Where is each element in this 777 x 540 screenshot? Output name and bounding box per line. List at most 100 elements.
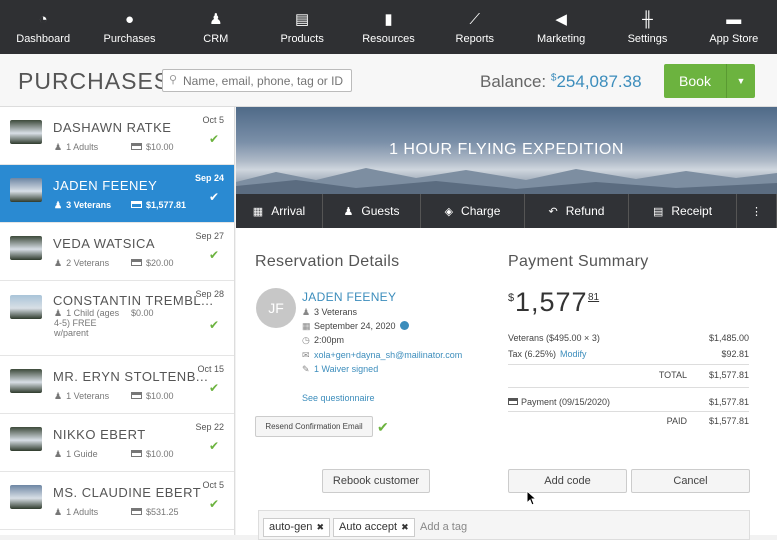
- credit-card-icon: [508, 398, 518, 405]
- action-bar: ▦ Arrival ♟ Guests ◈ Charge ↶ Refund ▤ Receipt ⋮: [236, 194, 777, 228]
- calendar-icon: ▦: [252, 205, 264, 218]
- mouse-cursor-icon: [526, 490, 538, 506]
- purchase-list-item[interactable]: VEDA WATSICA Sep 27 ✔ ♟ 2 Veterans $20.00: [0, 223, 234, 281]
- purchase-guests-text: 1 Veterans: [66, 391, 110, 401]
- mountain-image: [236, 168, 777, 194]
- nav-item-dashboard[interactable]: ◔ Dashboard: [0, 0, 86, 54]
- cancel-button[interactable]: Cancel: [631, 469, 750, 493]
- action-label: Receipt: [671, 204, 713, 218]
- purchase-list-item[interactable]: DASHAWN RATKE Oct 5 ✔ ♟ 1 Adults $10.00: [0, 107, 234, 165]
- user-icon: ♟: [54, 142, 63, 152]
- guests-icon: ♟: [343, 205, 354, 218]
- customer-name-link[interactable]: JADEN FEENEY: [302, 290, 396, 304]
- resend-confirmation-button[interactable]: Resend Confirmation Email: [255, 416, 373, 437]
- nav-item-resources[interactable]: ▮ Resources: [345, 0, 431, 54]
- purchase-guests: ♟ 1 Adults: [54, 507, 98, 518]
- purchase-list-item[interactable]: JADEN FEENEY Sep 24 ✔ ♟ 3 Veterans $1,577.81: [0, 165, 234, 223]
- waiver-text[interactable]: 1 Waiver signed: [314, 364, 378, 374]
- nav-item-settings[interactable]: ╫ Settings: [604, 0, 690, 54]
- nav-item-label: Purchases: [103, 32, 156, 45]
- receipt-button[interactable]: ▤ Receipt: [629, 194, 737, 228]
- tag-chip[interactable]: Auto accept ✖: [333, 518, 415, 537]
- dashboard-icon: ◔: [38, 10, 48, 28]
- guests-button[interactable]: ♟ Guests: [323, 194, 421, 228]
- search-box[interactable]: ⚲: [162, 69, 352, 92]
- purchase-guests-text: 2 Veterans: [66, 258, 110, 268]
- total-cents: 81: [588, 292, 600, 303]
- book-button-label[interactable]: Book: [664, 73, 726, 89]
- close-icon[interactable]: ✖: [316, 522, 324, 532]
- customer-email[interactable]: ✉ xola+gen+dayna_sh@mailinator.com: [302, 350, 462, 361]
- purchase-guests: ♟ 1 Child (ages 4-5) FREE w/parent: [54, 308, 128, 338]
- purchase-price: $10.00: [131, 391, 174, 401]
- purchase-price: $1,577.81: [131, 200, 186, 210]
- nav-item-products[interactable]: ▤ Products: [259, 0, 345, 54]
- payment-label: Payment (09/15/2020): [521, 397, 611, 407]
- action-label: Charge: [461, 204, 501, 218]
- user-icon: ♟: [54, 200, 63, 210]
- user-icon: ♟: [54, 449, 63, 459]
- experience-thumbnail: [10, 178, 42, 202]
- purchase-list-item[interactable]: MR. ERYN STOLTENB... Oct 15 ✔ ♟ 1 Veterans $1…: [0, 356, 234, 414]
- line-item-row: Veterans ($495.00 × 3) $1,485.00: [508, 333, 749, 347]
- purchase-list-item[interactable]: MS. CLAUDINE EBERT Oct 5 ✔ ♟ 1 Adults $531.25: [0, 472, 234, 530]
- pencil-icon: ✎: [302, 364, 310, 374]
- nav-item-marketing[interactable]: ◀ Marketing: [518, 0, 604, 54]
- more-options-button[interactable]: ⋮: [737, 194, 777, 228]
- charge-button[interactable]: ◈ Charge: [421, 194, 525, 228]
- user-icon: ♟: [54, 391, 63, 401]
- nav-item-label: Resources: [362, 32, 415, 45]
- arrival-button[interactable]: ▦ Arrival: [236, 194, 323, 228]
- add-tag-input[interactable]: Add a tag: [420, 521, 467, 533]
- verified-icon: [399, 321, 409, 330]
- purchase-date: Sep 24: [194, 173, 224, 183]
- balance-value: 254,087.38: [556, 72, 642, 91]
- avatar: JF: [256, 288, 296, 328]
- check-icon: ✔: [208, 381, 219, 395]
- paid-row: PAID $1,577.81: [508, 416, 749, 430]
- total-amount: $1,577.81: [708, 370, 749, 380]
- close-icon[interactable]: ✖: [401, 522, 409, 532]
- credit-card-icon: [131, 450, 142, 457]
- tax-amount: $92.81: [721, 349, 749, 359]
- rebook-customer-button[interactable]: Rebook customer: [322, 469, 430, 493]
- book-button[interactable]: Book ▼: [664, 64, 755, 98]
- nav-item-app-store[interactable]: ▬ App Store: [691, 0, 777, 54]
- tag-bar[interactable]: auto-gen ✖ Auto accept ✖ Add a tag: [258, 510, 750, 540]
- user-icon: ♟: [54, 258, 63, 268]
- customer-email-text[interactable]: xola+gen+dayna_sh@mailinator.com: [314, 350, 462, 360]
- search-input[interactable]: [183, 72, 348, 89]
- purchase-customer-name: MS. CLAUDINE EBERT: [53, 485, 202, 500]
- store-icon: ▬: [726, 10, 742, 28]
- chevron-down-icon[interactable]: ▼: [726, 64, 755, 98]
- check-icon: ✔: [208, 248, 219, 262]
- purchase-date: Oct 15: [197, 364, 224, 374]
- refund-button[interactable]: ↶ Refund: [525, 194, 629, 228]
- nav-item-label: Marketing: [536, 32, 586, 45]
- purchase-guests: ♟ 1 Guide: [54, 449, 98, 460]
- nav-item-reports[interactable]: ⟋ Reports: [432, 0, 518, 54]
- purchase-guests-text: 3 Veterans: [66, 200, 112, 210]
- purchase-price-text: $10.00: [146, 449, 174, 459]
- tag-chip[interactable]: auto-gen ✖: [263, 518, 330, 537]
- purchase-price: $0.00: [131, 308, 154, 318]
- modify-tax-link[interactable]: Modify: [560, 349, 587, 359]
- reservation-details-title: Reservation Details: [255, 253, 400, 270]
- see-questionnaire-link[interactable]: See questionnaire: [302, 393, 375, 403]
- purchase-price-text: $1,577.81: [146, 200, 187, 210]
- purchase-list-item[interactable]: NIKKO EBERT Sep 22 ✔ ♟ 1 Guide $10.00: [0, 414, 234, 472]
- nav-item-purchases[interactable]: ● Purchases: [86, 0, 172, 54]
- nav-item-crm[interactable]: ♟ CRM: [173, 0, 259, 54]
- purchase-customer-name: CONSTANTIN TREMBL...: [53, 293, 214, 308]
- user-icon: ♟: [302, 307, 311, 317]
- experience-banner: 1 HOUR FLYING EXPEDITION: [236, 107, 777, 194]
- nav-item-label: CRM: [203, 32, 229, 45]
- more-icon: ⋮: [751, 205, 762, 218]
- waiver-link[interactable]: ✎ 1 Waiver signed: [302, 364, 378, 375]
- purchase-guests: ♟ 1 Adults: [54, 142, 98, 153]
- nav-item-label: Products: [280, 32, 324, 45]
- credit-card-icon: [131, 259, 142, 266]
- action-label: Guests: [361, 204, 400, 218]
- purchase-customer-name: JADEN FEENEY: [53, 178, 158, 193]
- purchase-list-item[interactable]: CONSTANTIN TREMBL... Sep 28 ✔ ♟ 1 Child (age…: [0, 281, 234, 356]
